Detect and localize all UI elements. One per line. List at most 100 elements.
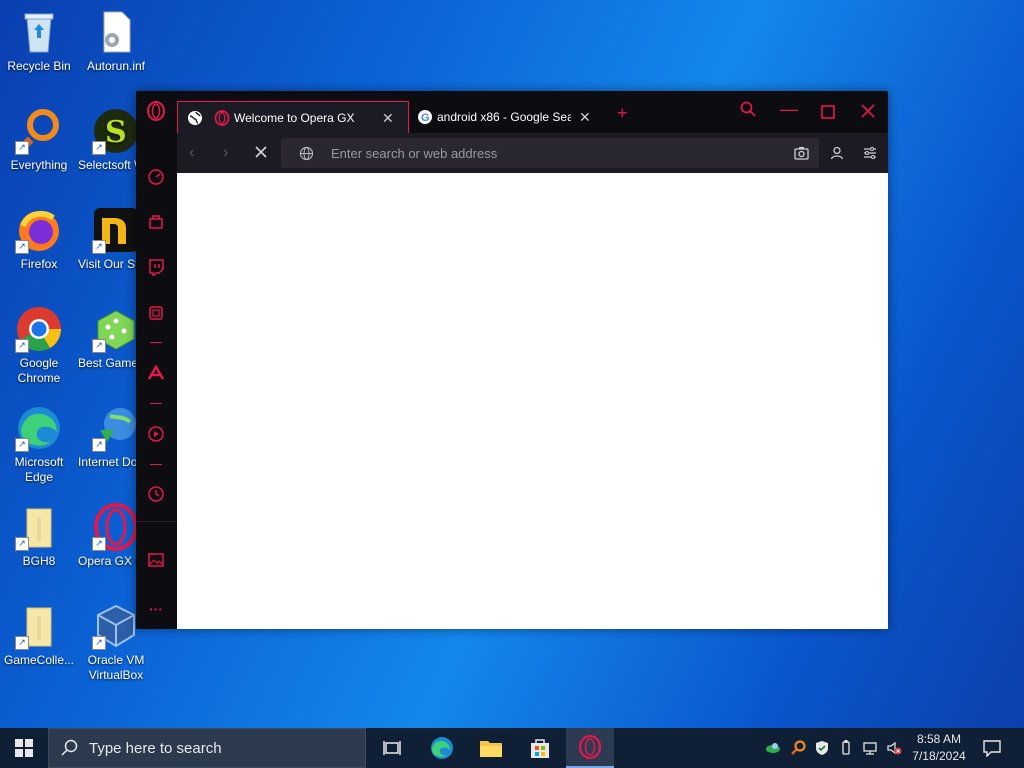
- desktop-icon-bgh8[interactable]: ↗ BGH8: [1, 503, 77, 569]
- taskbar-file-explorer[interactable]: [467, 728, 515, 768]
- folder-icon: ↗: [15, 503, 63, 551]
- desktop-icon-autorun[interactable]: Autorun.inf: [78, 8, 154, 74]
- opera-menu-icon[interactable]: [146, 101, 166, 121]
- settings-file-icon: [92, 8, 140, 56]
- taskbar-store[interactable]: [516, 728, 564, 768]
- desktop-icon-firefox[interactable]: ↗ Firefox: [1, 206, 77, 272]
- notifications-icon[interactable]: [983, 739, 1001, 757]
- desktop-icon-gamecollection[interactable]: ↗ GameColle...: [1, 602, 77, 668]
- sidebar-divider: [136, 521, 177, 522]
- store-icon: [531, 739, 549, 758]
- discord-icon[interactable]: [146, 303, 166, 323]
- recycle-bin-icon: [15, 8, 63, 56]
- gx-control-icon[interactable]: [146, 167, 166, 187]
- search-placeholder: Type here to search: [89, 739, 222, 757]
- network-icon[interactable]: [862, 740, 878, 756]
- tab-bar: Welcome to Opera GX ✕ G android x86 - Go…: [177, 91, 888, 134]
- more-icon[interactable]: ···: [146, 599, 166, 619]
- desktop-icon-label: BGH8: [22, 554, 56, 568]
- gx-corner-icon[interactable]: [146, 212, 166, 232]
- globe-icon: [186, 109, 204, 127]
- stop-loading-icon[interactable]: [255, 145, 267, 163]
- taskbar: Type here to search 8:58 AM 7/18/2024: [0, 728, 1024, 768]
- opera-gx-icon: [578, 735, 602, 759]
- security-shield-icon[interactable]: [814, 740, 830, 756]
- edge-icon: ↗: [15, 404, 63, 452]
- address-bar[interactable]: Enter search or web address: [281, 138, 819, 168]
- edge-icon: [431, 737, 453, 759]
- search-tabs-icon[interactable]: [740, 101, 756, 122]
- desktop-icon-google-chrome[interactable]: ↗ Google Chrome: [1, 305, 77, 386]
- virtualbox-icon: ↗: [92, 602, 140, 650]
- start-button[interactable]: [0, 728, 48, 768]
- desktop-icon-everything[interactable]: ↗ Everything: [1, 107, 77, 173]
- svg-text:G: G: [421, 112, 430, 124]
- svg-text:S: S: [105, 115, 127, 150]
- desktop-icon-recycle-bin[interactable]: Recycle Bin: [1, 8, 77, 74]
- store-n-icon: ↗: [92, 206, 140, 254]
- search-icon: [61, 739, 81, 757]
- clock-time: 8:58 AM: [916, 732, 962, 746]
- windows-icon: [15, 739, 33, 757]
- shortcut-arrow-icon: ↗: [92, 438, 106, 452]
- shortcut-arrow-icon: ↗: [15, 438, 29, 452]
- tab-google-search[interactable]: G android x86 - Google Searc ✕: [417, 101, 607, 133]
- volume-muted-icon[interactable]: [886, 740, 902, 756]
- opera-gx-icon: ↗: [92, 503, 140, 551]
- new-tab-icon[interactable]: +: [617, 103, 628, 124]
- taskbar-edge[interactable]: [418, 728, 466, 768]
- usb-device-icon[interactable]: [838, 740, 854, 756]
- google-icon: G: [417, 109, 433, 125]
- address-bar-row: ‹ › Enter search or web address: [177, 133, 888, 173]
- everything-tray-icon[interactable]: [790, 740, 806, 756]
- history-icon[interactable]: [146, 484, 166, 504]
- player-icon[interactable]: [146, 424, 166, 444]
- desktop-icon-microsoft-edge[interactable]: ↗ Microsoft Edge: [1, 404, 77, 485]
- shortcut-arrow-icon: ↗: [15, 636, 29, 650]
- clock[interactable]: 8:58 AM 7/18/2024: [906, 731, 972, 765]
- folder-icon: [480, 741, 502, 757]
- shortcut-arrow-icon: ↗: [92, 141, 106, 155]
- desktop-icon-label: Microsoft Edge: [14, 455, 64, 484]
- taskbar-opera-gx[interactable]: [566, 728, 614, 768]
- desktop-icon-label: Oracle VM VirtualBox: [87, 653, 145, 682]
- chrome-icon: ↗: [15, 305, 63, 353]
- account-icon[interactable]: [830, 146, 844, 165]
- clock-date: 7/18/2024: [912, 749, 966, 763]
- folder-icon: ↗: [15, 602, 63, 650]
- dice-icon: ↗: [92, 305, 140, 353]
- sidebar-divider: [150, 342, 162, 343]
- twitch-icon[interactable]: [146, 257, 166, 277]
- opera-icon: [214, 110, 230, 126]
- magnifier-icon: ↗: [15, 107, 63, 155]
- easy-setup-icon[interactable]: [863, 146, 877, 165]
- tab-title: Welcome to Opera GX: [234, 111, 355, 125]
- taskbar-search[interactable]: Type here to search: [48, 728, 366, 768]
- close-tab-icon[interactable]: ✕: [579, 109, 591, 126]
- globe-download-icon: ↗: [92, 404, 140, 452]
- aria-icon[interactable]: [146, 363, 166, 383]
- address-placeholder: Enter search or web address: [331, 145, 498, 161]
- maximize-icon[interactable]: [821, 103, 835, 124]
- network-share-icon[interactable]: [765, 740, 781, 756]
- task-view-icon: [383, 741, 401, 755]
- task-view-button[interactable]: [368, 728, 416, 768]
- camera-icon[interactable]: [794, 146, 809, 163]
- back-icon[interactable]: ‹: [189, 144, 194, 162]
- tab-welcome[interactable]: Welcome to Opera GX ✕: [177, 101, 409, 134]
- close-window-icon[interactable]: [861, 102, 875, 123]
- desktop-icon-label: Autorun.inf: [86, 59, 146, 73]
- close-tab-icon[interactable]: ✕: [382, 110, 394, 127]
- sidebar-divider: [150, 464, 162, 465]
- minimize-icon[interactable]: —: [780, 99, 798, 120]
- shortcut-arrow-icon: ↗: [92, 339, 106, 353]
- desktop-icon-label: GameColle...: [3, 653, 75, 667]
- desktop-icon-label: Recycle Bin: [7, 59, 71, 73]
- selectsoft-icon: S ↗: [92, 107, 140, 155]
- page-viewport[interactable]: [177, 173, 888, 629]
- shortcut-arrow-icon: ↗: [15, 339, 29, 353]
- browser-sidebar: ···: [136, 91, 178, 629]
- wallpaper-icon[interactable]: [146, 550, 166, 570]
- shortcut-arrow-icon: ↗: [15, 141, 29, 155]
- forward-icon[interactable]: ›: [223, 144, 228, 162]
